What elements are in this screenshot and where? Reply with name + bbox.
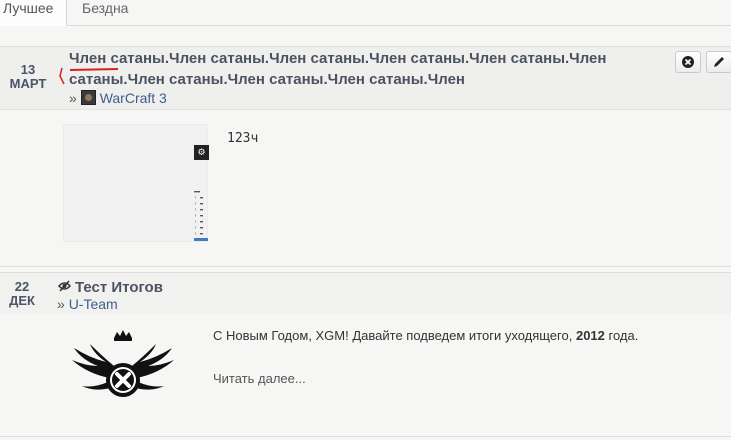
tab-best[interactable]: Лучшее (0, 0, 67, 26)
read-more-link[interactable]: Читать далее... (213, 371, 306, 386)
breadcrumb-arrow: » (57, 296, 65, 312)
tab-bar: Лучшее Бездна (0, 0, 731, 26)
post-title[interactable]: Член сатаны.Член сатаны.Член сатаны.Член… (69, 48, 669, 90)
post-title-line2: сатаны.Член сатаны.Член сатаны.Член сата… (69, 71, 465, 88)
settings-icon (682, 56, 694, 68)
date-day: 13 (20, 62, 36, 77)
post2-body-year: 2012 (575, 328, 605, 343)
post2-title[interactable]: Тест Итогов (57, 277, 163, 298)
forum-name: WarCraft 3 (99, 90, 167, 106)
post2-divider (0, 436, 731, 437)
post-title-line1: Член сатаны.Член сатаны.Член сатаны.Член… (69, 50, 607, 67)
tab-abyss-label: Бездна (82, 0, 129, 16)
post-divider (0, 266, 731, 267)
post2-body-end: года. (608, 328, 639, 343)
eye-icon (57, 277, 72, 298)
post2-body: С Новым Годом, XGM! Давайте подведем ито… (213, 328, 638, 343)
post2-body-text: С Новым Годом, XGM! Давайте подведем ито… (213, 328, 573, 343)
breadcrumb-arrow: » (69, 90, 77, 106)
date-month: ДЕК (9, 293, 35, 308)
tab-best-label: Лучшее (3, 0, 54, 16)
date-day: 22 (14, 279, 30, 294)
tab-abyss[interactable]: Бездна (82, 0, 128, 26)
red-annotation-mark (59, 67, 119, 85)
forum-name: U-Team (68, 296, 118, 312)
date-month: МАРТ (9, 76, 47, 91)
edit-button[interactable] (706, 51, 731, 73)
post-thumbnail[interactable]: ⚙ ▬▬ › ▬ › ▬ › ▬ › ▬ › ▬ › ▬ › ▬ (63, 124, 209, 242)
gear-icon: ⚙ (194, 145, 209, 160)
post2-date: 22 ДЕК (0, 280, 44, 308)
post2-title-text: Тест Итогов (75, 279, 163, 296)
warcraft-icon (80, 90, 96, 105)
winged-logo[interactable] (68, 326, 178, 416)
post-forum-link[interactable]: » WarCraft 3 (69, 90, 167, 106)
settings-button[interactable] (675, 51, 701, 73)
post-body: 123ч (227, 131, 259, 146)
edit-icon (714, 57, 724, 67)
thumbnail-text-lines: ▬▬ › ▬ › ▬ › ▬ › ▬ › ▬ › ▬ › ▬ (194, 189, 204, 237)
thumbnail-blue-bar (194, 238, 208, 241)
post2-forum-link[interactable]: » U-Team (57, 296, 118, 312)
post-date: 13 МАРТ (2, 63, 54, 91)
